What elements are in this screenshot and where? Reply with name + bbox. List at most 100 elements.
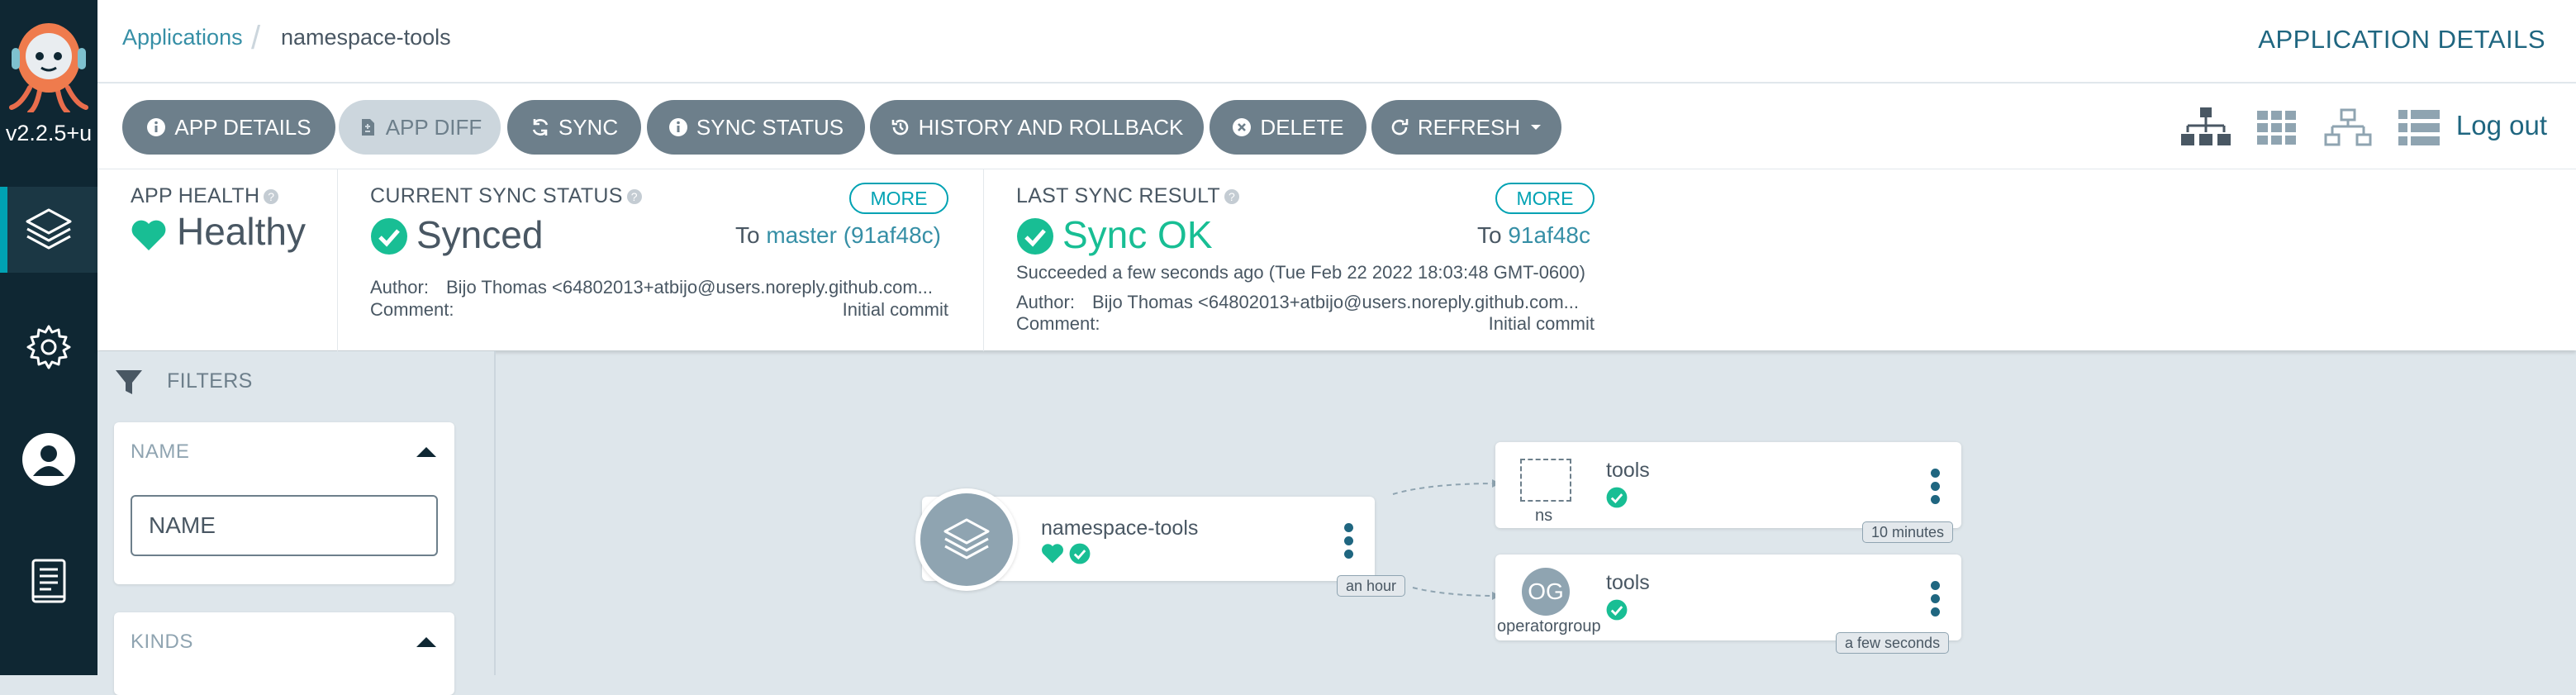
last-sync-revision-link[interactable]: 91af48c [1508, 222, 1590, 248]
last-sync-target: To 91af48c [1477, 222, 1590, 249]
settings-gear-icon [26, 325, 71, 369]
last-sync-value: Sync OK [1062, 213, 1213, 256]
last-sync-title: LAST SYNC RESULT [1016, 184, 1220, 207]
pods-view-icon [2257, 111, 2296, 145]
applications-layers-icon [26, 208, 72, 250]
current-sync-revision-link[interactable]: master (91af48c) [766, 222, 941, 248]
last-sync-more-button[interactable]: MORE [1495, 183, 1595, 214]
tree-view-button[interactable] [2181, 107, 2231, 150]
collapse-caret-icon[interactable] [416, 637, 436, 647]
history-and-rollback-label: HISTORY AND ROLLBACK [918, 114, 1184, 140]
operatorgroup-node[interactable]: OG operatorgroup tools [1495, 555, 1961, 640]
name-filter-header: NAME [131, 440, 190, 463]
app-node-icon-ring [915, 488, 1018, 591]
sync-button[interactable]: SYNC [507, 100, 641, 155]
resource-tree-graph: namespace-tools an hour ns tools 10 minu… [496, 351, 2576, 675]
namespace-node[interactable]: ns tools [1495, 442, 1961, 528]
last-sync-succeeded: Succeeded a few seconds ago (Tue Feb 22 … [1016, 262, 1585, 283]
app-details-button[interactable]: APP DETAILS [122, 100, 335, 155]
heart-icon [131, 220, 166, 250]
last-sync-comment-label: Comment: [1016, 313, 1100, 334]
nav-user-info[interactable] [0, 417, 97, 502]
applications-layers-icon [943, 518, 990, 559]
toolbar: APP DETAILS APP DIFF SYNC SYNC STATUS HI… [97, 83, 2576, 169]
sync-icon [532, 119, 549, 136]
app-node-avatar [920, 493, 1013, 586]
kinds-filter-header: KINDS [131, 631, 193, 653]
delete-label: DELETE [1260, 114, 1344, 140]
current-sync-comment-label: Comment: [370, 299, 454, 320]
help-icon[interactable]: ? [626, 189, 642, 205]
divider [337, 169, 338, 351]
app-version: v2.2.5+u [5, 121, 93, 145]
last-sync-author-label: Author: [1016, 292, 1075, 312]
refresh-label: REFRESH [1417, 114, 1521, 140]
app-health-value: Healthy [177, 210, 306, 253]
breadcrumb-current: namespace-tools [281, 25, 451, 50]
app-node-name: namespace-tools [1041, 516, 1199, 540]
sync-status-label: SYNC STATUS [696, 114, 844, 140]
filter-icon [116, 370, 142, 394]
current-sync-author-label: Author: [370, 277, 429, 298]
help-icon[interactable]: ? [1224, 189, 1239, 205]
to-prefix: To [735, 222, 760, 248]
breadcrumb-separator: / [251, 20, 261, 56]
network-view-icon [2324, 108, 2372, 146]
nav-documentation[interactable] [0, 539, 97, 625]
history-and-rollback-button[interactable]: HISTORY AND ROLLBACK [870, 100, 1204, 155]
sync-status-button[interactable]: SYNC STATUS [647, 100, 865, 155]
namespace-dashed-box-icon [1520, 459, 1571, 502]
app-details-label: APP DETAILS [174, 114, 311, 140]
app-node-menu-button[interactable] [1343, 523, 1353, 559]
logout-link[interactable]: Log out [2456, 110, 2547, 141]
app-node-status [1041, 543, 1091, 564]
list-view-icon [2398, 110, 2440, 145]
network-view-button[interactable] [2323, 107, 2373, 150]
filters-sidebar: FILTERS NAME KINDS [97, 351, 496, 695]
argo-logo[interactable] [5, 15, 93, 115]
namespace-node-menu-button[interactable] [1930, 469, 1940, 504]
page-title: APPLICATION DETAILS [2258, 25, 2545, 54]
breadcrumb-applications[interactable]: Applications [122, 25, 243, 50]
age-badge: 10 minutes [1862, 521, 1954, 543]
app-diff-button[interactable]: APP DIFF [339, 100, 501, 155]
history-icon [891, 119, 908, 136]
nav-applications[interactable] [0, 187, 97, 273]
nav-settings[interactable] [0, 304, 97, 390]
delete-button[interactable]: DELETE [1210, 100, 1366, 155]
operatorgroup-avatar: OG [1522, 568, 1570, 616]
tree-view-icon [2181, 107, 2231, 145]
help-icon[interactable]: ? [264, 189, 279, 205]
filters-title: FILTERS [167, 369, 253, 393]
operatorgroup-kind: operatorgroup [1497, 617, 1601, 635]
top-header: Applications / namespace-tools APPLICATI… [97, 0, 2576, 83]
list-view-button[interactable] [2394, 107, 2444, 150]
sync-label: SYNC [558, 114, 619, 140]
refresh-button[interactable]: REFRESH [1371, 100, 1561, 155]
current-sync-title: CURRENT SYNC STATUS [370, 184, 623, 207]
check-circle-icon [371, 218, 407, 255]
info-icon [668, 118, 687, 136]
collapse-caret-icon[interactable] [416, 447, 436, 457]
age-badge: an hour [1337, 575, 1406, 597]
pods-view-button[interactable] [2252, 107, 2302, 150]
age-badge: a few seconds [1836, 632, 1950, 654]
current-sync-author: Bijo Thomas <64802013+atbijo@users.norep… [446, 277, 933, 298]
heart-icon [1042, 544, 1063, 564]
current-sync-target: To master (91af48c) [735, 222, 941, 249]
current-sync-label: CURRENT SYNC STATUS? [370, 184, 642, 208]
app-health-title: APP HEALTH [131, 184, 260, 207]
operatorgroup-node-menu-button[interactable] [1930, 581, 1940, 616]
times-circle-icon [1233, 118, 1252, 136]
docs-book-icon [31, 559, 66, 603]
check-circle-icon [1017, 218, 1053, 255]
name-filter-input[interactable] [131, 495, 438, 556]
info-icon [147, 118, 166, 136]
app-health-label: APP HEALTH? [131, 184, 279, 208]
divider [983, 169, 984, 351]
current-sync-more-button[interactable]: MORE [849, 183, 948, 214]
check-circle-icon [1606, 487, 1628, 508]
chevron-down-icon [1531, 125, 1542, 130]
file-diff-icon [361, 119, 374, 136]
namespace-kind: ns [1535, 507, 1553, 525]
